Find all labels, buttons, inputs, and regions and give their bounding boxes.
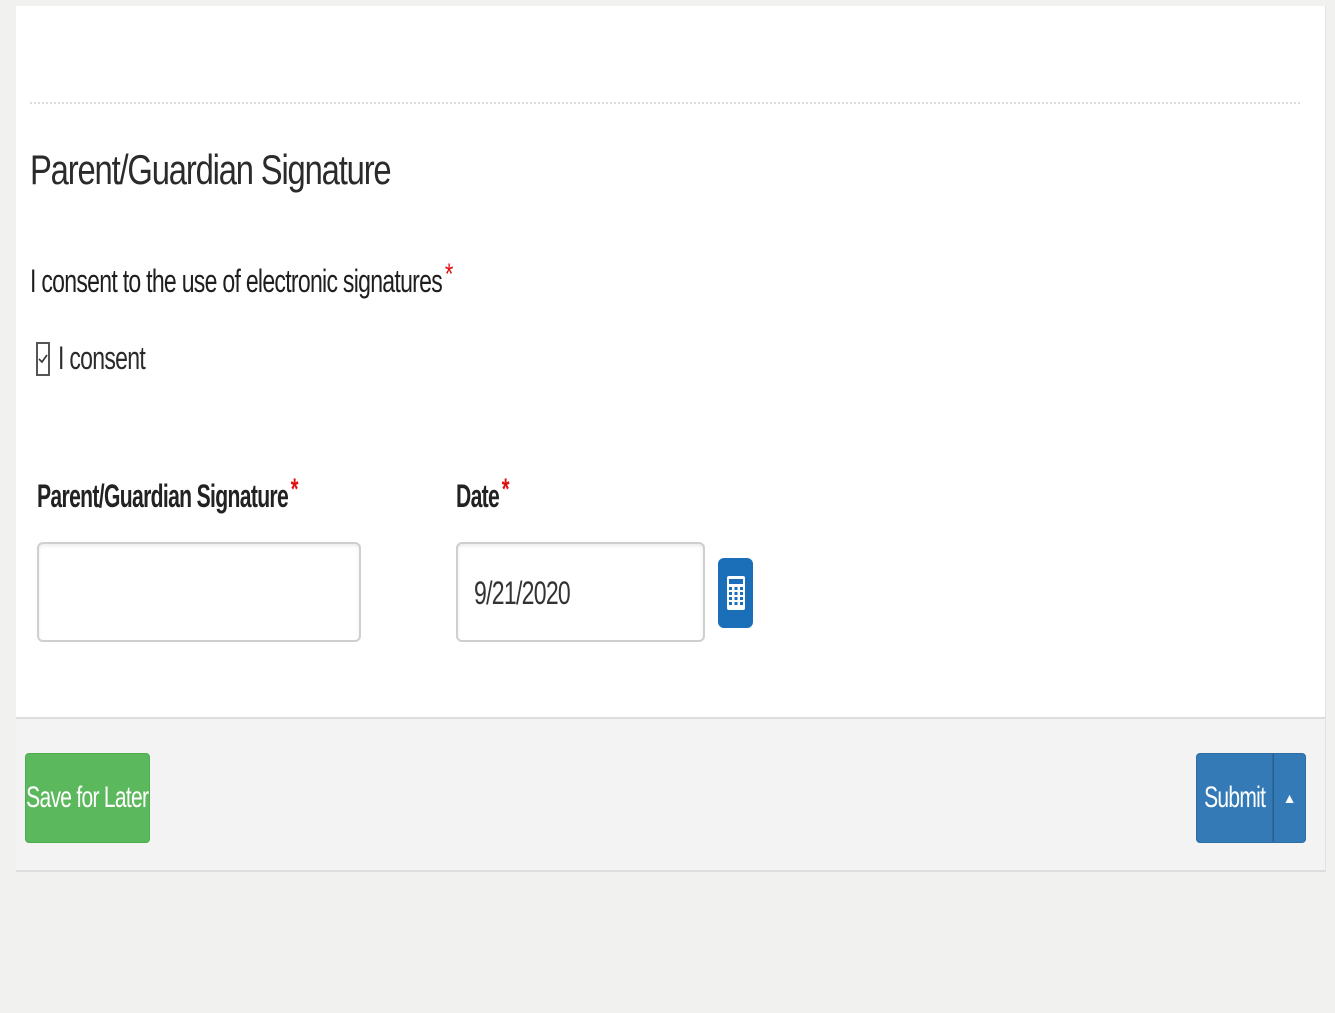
consent-checkbox-row[interactable]: I consent	[36, 340, 179, 377]
date-label: Date*	[456, 473, 509, 515]
submit-label: Submit	[1203, 781, 1266, 814]
signature-label-text: Parent/Guardian Signature	[37, 478, 289, 514]
signature-input[interactable]	[37, 542, 361, 642]
required-mark: *	[444, 258, 453, 291]
consent-checkbox-label: I consent	[58, 340, 146, 376]
calendar-button[interactable]	[718, 558, 753, 628]
date-label-text: Date	[456, 478, 500, 514]
consent-question-text: I consent to the use of electronic signa…	[30, 263, 443, 299]
signature-label: Parent/Guardian Signature*	[37, 473, 298, 515]
date-input-wrapper: 9/21/2020	[456, 542, 705, 642]
checkmark-icon	[38, 354, 48, 363]
form-footer: Save for Later Submit ▲	[16, 717, 1325, 872]
consent-checkbox[interactable]	[36, 341, 50, 376]
save-for-later-button[interactable]: Save for Later	[25, 753, 150, 843]
caret-up-icon: ▲	[1282, 790, 1297, 806]
save-for-later-label: Save for Later	[26, 781, 149, 814]
consent-question: I consent to the use of electronic signa…	[30, 258, 453, 300]
calendar-icon	[726, 576, 745, 610]
section-divider	[30, 102, 1300, 104]
submit-button[interactable]: Submit	[1196, 753, 1273, 843]
submit-dropdown-toggle[interactable]: ▲	[1273, 753, 1306, 843]
section-title: Parent/Guardian Signature	[30, 146, 392, 193]
submit-button-group: Submit ▲	[1196, 753, 1306, 843]
page: Parent/Guardian Signature I consent to t…	[0, 0, 1335, 1013]
date-required-mark: *	[501, 473, 510, 506]
date-input[interactable]	[456, 542, 705, 642]
signature-required-mark: *	[290, 473, 299, 506]
